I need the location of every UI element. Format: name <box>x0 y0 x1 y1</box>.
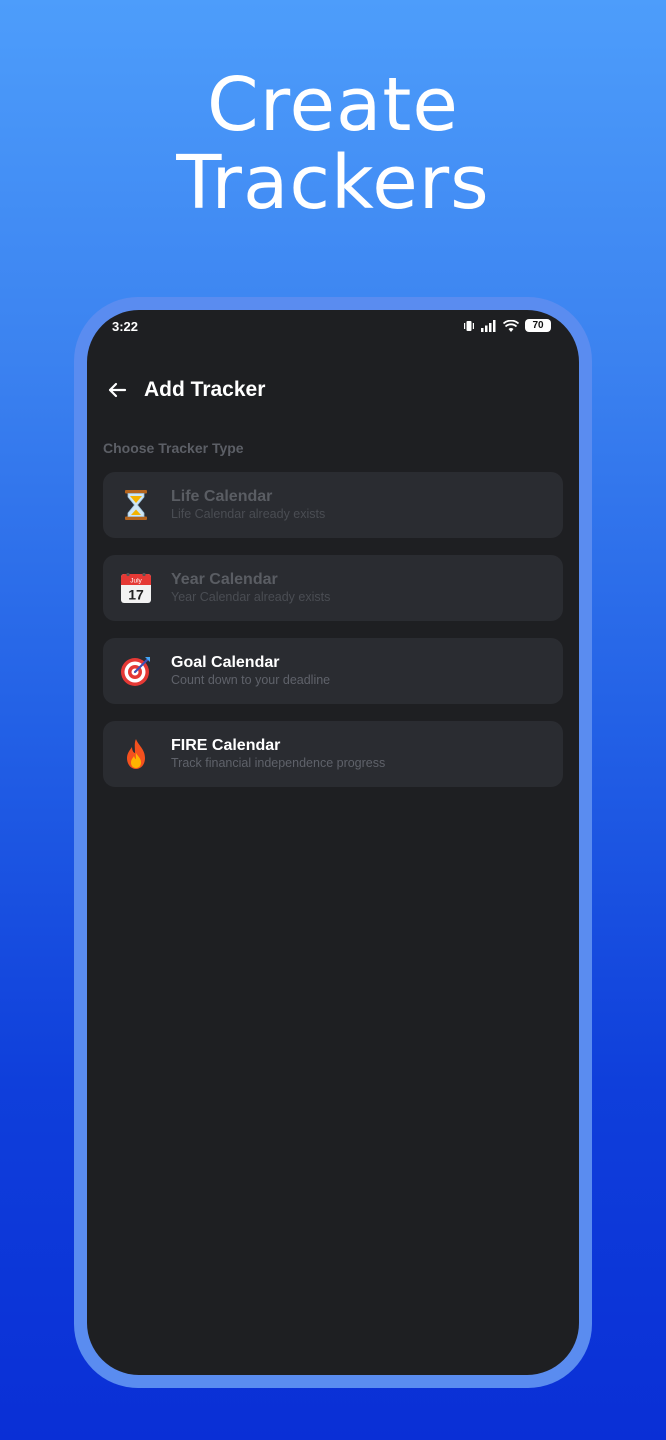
status-time: 3:22 <box>112 319 139 334</box>
section-label: Choose Tracker Type <box>103 440 244 456</box>
tracker-option-life-calendar[interactable]: Life Calendar Life Calendar already exis… <box>103 472 563 538</box>
headline-line-1: Create <box>207 62 459 148</box>
headline-line-2: Trackers <box>176 140 490 226</box>
headline: Create Trackers <box>0 66 666 222</box>
wifi-icon <box>503 319 519 332</box>
page-title: Add Tracker <box>144 378 266 401</box>
tracker-title: FIRE Calendar <box>171 737 281 754</box>
tracker-title: Year Calendar <box>171 571 278 588</box>
vibrate-icon <box>464 320 474 331</box>
tracker-subtitle: Life Calendar already exists <box>171 507 326 521</box>
signal-icon <box>481 319 496 332</box>
target-icon <box>121 657 150 686</box>
hourglass-icon <box>125 490 147 520</box>
battery-icon: 70 <box>525 319 551 332</box>
tracker-type-list: Life Calendar Life Calendar already exis… <box>103 472 563 804</box>
calendar-icon-month: July <box>130 578 142 585</box>
phone-screen: 3:22 70 Add Tracker Choose Tracker Type … <box>87 310 579 1375</box>
fire-icon <box>127 739 145 769</box>
calendar-icon-day: 17 <box>128 587 144 603</box>
tracker-title: Goal Calendar <box>171 654 280 671</box>
tracker-option-year-calendar[interactable]: July 17 Year Calendar Year Calendar alre… <box>103 555 563 621</box>
tracker-subtitle: Year Calendar already exists <box>171 590 331 604</box>
back-arrow-icon[interactable] <box>103 376 131 404</box>
status-bar: 3:22 70 <box>87 310 579 342</box>
tracker-option-fire-calendar[interactable]: FIRE Calendar Track financial independen… <box>103 721 563 787</box>
calendar-icon: July 17 <box>121 572 151 603</box>
tracker-subtitle: Track financial independence progress <box>171 756 386 770</box>
tracker-option-goal-calendar[interactable]: Goal Calendar Count down to your deadlin… <box>103 638 563 704</box>
app-bar: Add Tracker <box>87 370 579 410</box>
tracker-subtitle: Count down to your deadline <box>171 673 331 687</box>
status-icons: 70 <box>463 319 551 332</box>
tracker-title: Life Calendar <box>171 488 273 505</box>
